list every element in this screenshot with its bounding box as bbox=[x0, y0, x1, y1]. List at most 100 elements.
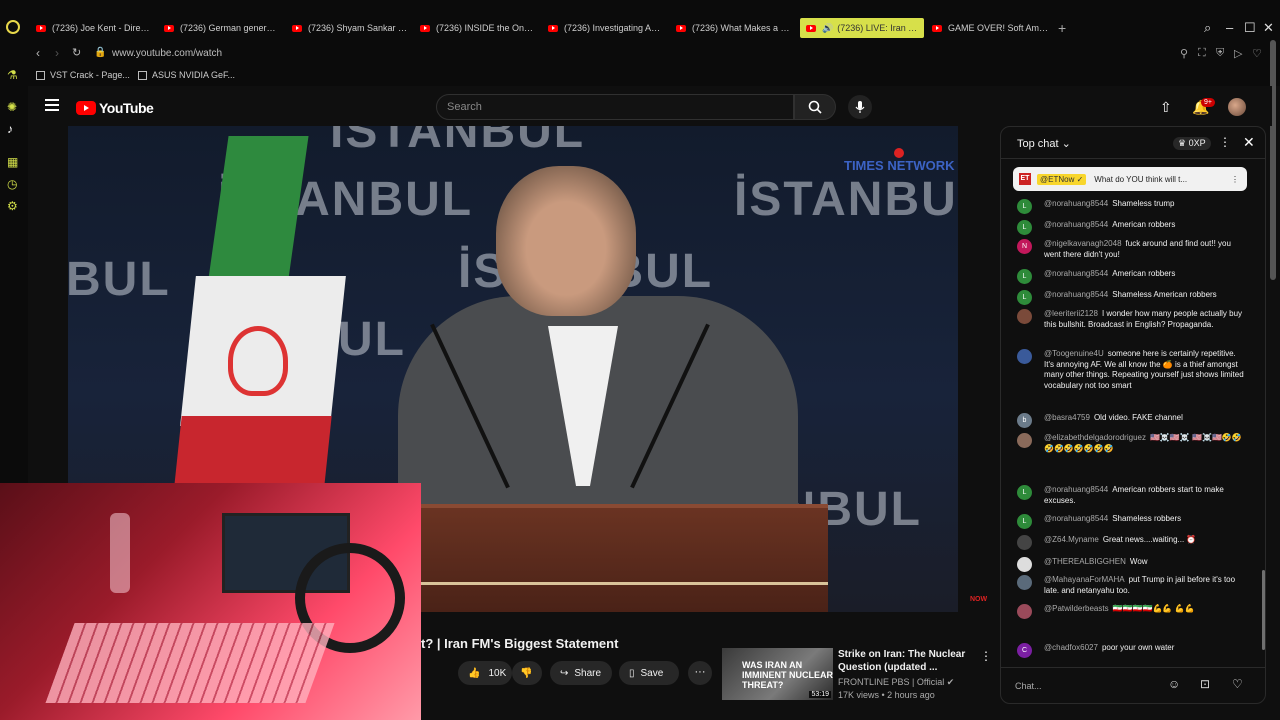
back-icon[interactable]: ‹ bbox=[36, 46, 40, 60]
browser-tab[interactable]: (7236) German general w... bbox=[164, 18, 280, 38]
chat-author[interactable]: @Toogenuine4U bbox=[1044, 349, 1104, 358]
chat-avatar[interactable] bbox=[1017, 535, 1032, 550]
hamburger-menu-icon[interactable] bbox=[45, 99, 59, 111]
chat-author[interactable]: @norahuang8544 bbox=[1044, 269, 1108, 278]
chat-message[interactable]: L @norahuang8544 American robbers bbox=[1017, 269, 1245, 284]
apps-icon[interactable]: ▦ bbox=[7, 155, 18, 169]
history-icon[interactable]: ◷ bbox=[7, 177, 17, 191]
chat-input[interactable] bbox=[1015, 676, 1163, 696]
chat-avatar[interactable] bbox=[1017, 575, 1032, 590]
chat-scrollbar[interactable] bbox=[1262, 570, 1265, 650]
chat-avatar[interactable] bbox=[1017, 557, 1032, 572]
chat-mode-selector[interactable]: Top chat ⌄ bbox=[1017, 137, 1071, 150]
browser-tab-active[interactable]: 🔊(7236) LIVE: Iran Thre... bbox=[800, 18, 924, 38]
chat-author[interactable]: @Z64.Myname bbox=[1044, 535, 1099, 544]
search-button[interactable] bbox=[794, 94, 836, 120]
chat-more-icon[interactable]: ⋮ bbox=[1219, 135, 1231, 149]
settings-icon[interactable]: ⚙ bbox=[7, 199, 18, 213]
recommended-thumbnail[interactable]: WAS IRAN AN IMMINENT NUCLEAR THREAT? 53:… bbox=[722, 648, 833, 700]
chat-message[interactable]: @Patwilderbeasts 🇮🇷🇮🇷🇮🇷🇮🇷💪💪 💪💪 bbox=[1017, 604, 1245, 619]
like-button[interactable]: 👍 10K bbox=[458, 661, 512, 685]
new-tab-icon[interactable]: + bbox=[1058, 20, 1066, 36]
heart-icon[interactable]: ♡ bbox=[1252, 47, 1262, 60]
chat-message[interactable]: @THEREALBIGGHEN Wow bbox=[1017, 557, 1245, 572]
chat-message[interactable]: L @norahuang8544 Shameless trump bbox=[1017, 199, 1245, 214]
chat-author[interactable]: @MahayanaForMAHA bbox=[1044, 575, 1125, 584]
chatgpt-icon[interactable]: ✺ bbox=[7, 100, 17, 114]
close-window-icon[interactable]: ✕ bbox=[1263, 20, 1274, 36]
chat-avatar[interactable] bbox=[1017, 604, 1032, 619]
chat-avatar[interactable]: C bbox=[1017, 643, 1032, 658]
super-chat-icon[interactable]: ⊡ bbox=[1200, 677, 1210, 691]
chat-avatar[interactable]: L bbox=[1017, 199, 1032, 214]
chat-message[interactable]: N @nigelkavanagh2048 fuck around and find … bbox=[1017, 239, 1245, 260]
chat-author[interactable]: @nigelkavanagh2048 bbox=[1044, 239, 1122, 248]
play-icon[interactable]: ▷ bbox=[1234, 47, 1242, 60]
browser-tab[interactable]: (7236) Shyam Sankar – A... bbox=[292, 18, 408, 38]
chat-message[interactable]: @Z64.Myname Great news....waiting... ⏰ bbox=[1017, 535, 1245, 550]
heart-icon[interactable]: ♡ bbox=[1232, 677, 1243, 691]
emoji-icon[interactable]: ☺ bbox=[1168, 677, 1180, 691]
chat-avatar[interactable] bbox=[1017, 349, 1032, 364]
chat-avatar[interactable]: L bbox=[1017, 485, 1032, 500]
chat-avatar[interactable]: L bbox=[1017, 220, 1032, 235]
share-button[interactable]: ↪ Share bbox=[550, 661, 612, 685]
recommended-title[interactable]: Strike on Iran: The Nuclear Question (up… bbox=[838, 648, 968, 674]
snapshot-icon[interactable]: ⛶ bbox=[1198, 47, 1206, 60]
xp-badge[interactable]: ♛ 0XP bbox=[1173, 137, 1211, 150]
page-scrollbar[interactable] bbox=[1270, 40, 1276, 280]
voice-search-button[interactable] bbox=[848, 95, 872, 119]
chat-author[interactable]: @norahuang8544 bbox=[1044, 514, 1108, 523]
chat-author[interactable]: @chadfox6027 bbox=[1044, 643, 1098, 652]
more-actions-button[interactable]: ··· bbox=[688, 661, 712, 685]
maximize-icon[interactable]: ☐ bbox=[1244, 20, 1256, 36]
chat-avatar[interactable]: L bbox=[1017, 290, 1032, 305]
chat-avatar[interactable]: N bbox=[1017, 239, 1032, 254]
chat-author[interactable]: @elizabethdelgadorodriguez bbox=[1044, 433, 1146, 442]
chat-author[interactable]: @norahuang8544 bbox=[1044, 290, 1108, 299]
avatar[interactable] bbox=[1228, 98, 1246, 116]
chat-author[interactable]: @norahuang8544 bbox=[1044, 199, 1108, 208]
close-chat-icon[interactable]: ✕ bbox=[1243, 134, 1255, 151]
url-field[interactable]: www.youtube.com/watch bbox=[112, 48, 222, 59]
bookmark-item[interactable]: VST Crack - Page... bbox=[36, 70, 130, 80]
dislike-button[interactable]: 👎 bbox=[512, 661, 542, 685]
pin-icon[interactable]: ⚲ bbox=[1180, 47, 1188, 60]
chat-message[interactable]: L @norahuang8544 American robbers start to… bbox=[1017, 485, 1245, 506]
recommended-channel[interactable]: FRONTLINE PBS | Official ✔ bbox=[838, 677, 954, 688]
pinned-menu-icon[interactable]: ⋮ bbox=[1231, 175, 1239, 184]
browser-tab[interactable]: (7236) Joe Kent - Director bbox=[36, 18, 154, 38]
chat-avatar[interactable]: L bbox=[1017, 269, 1032, 284]
chat-message[interactable]: C @chadfox6027 poor your own water bbox=[1017, 643, 1245, 658]
chat-avatar[interactable]: b bbox=[1017, 413, 1032, 428]
chat-message[interactable]: @MahayanaForMAHA put Trump in jail before… bbox=[1017, 575, 1245, 596]
minimize-icon[interactable]: – bbox=[1226, 20, 1233, 35]
browser-tab[interactable]: GAME OVER! Soft Ambien... bbox=[932, 18, 1050, 38]
opera-logo-icon[interactable] bbox=[6, 20, 20, 34]
pinned-message[interactable]: ET @ETNow ✓ What do YOU think will t... … bbox=[1013, 167, 1247, 191]
chat-message[interactable]: @elizabethdelgadorodriguez 🇺🇸☠️🇺🇸☠️ 🇺🇸☠️🇺… bbox=[1017, 433, 1245, 454]
chat-author[interactable]: @THEREALBIGGHEN bbox=[1044, 557, 1126, 566]
chat-author[interactable]: @norahuang8544 bbox=[1044, 485, 1108, 494]
browser-tab[interactable]: (7236) What Makes a $60... bbox=[676, 18, 792, 38]
chat-avatar[interactable]: L bbox=[1017, 514, 1032, 529]
chat-message[interactable]: L @norahuang8544 Shameless robbers bbox=[1017, 514, 1245, 529]
reload-icon[interactable]: ↻ bbox=[72, 46, 81, 59]
search-input[interactable] bbox=[437, 95, 793, 119]
chat-author[interactable]: @leeriterii2128 bbox=[1044, 309, 1098, 318]
chat-author[interactable]: @basra4759 bbox=[1044, 413, 1090, 422]
forward-icon[interactable]: › bbox=[55, 46, 59, 60]
chat-message[interactable]: @Toogenuine4U someone here is certainly r… bbox=[1017, 349, 1245, 391]
chat-author[interactable]: @norahuang8544 bbox=[1044, 220, 1108, 229]
browser-tab[interactable]: (7236) Investigating Amer... bbox=[548, 18, 664, 38]
upload-icon[interactable]: ⇧ bbox=[1160, 99, 1172, 116]
chat-avatar[interactable] bbox=[1017, 433, 1032, 448]
chat-message[interactable]: L @norahuang8544 Shameless American robber… bbox=[1017, 290, 1245, 305]
aria-icon[interactable]: ⚗ bbox=[7, 68, 18, 82]
youtube-logo[interactable]: YouTube bbox=[76, 100, 154, 116]
recommended-menu-icon[interactable]: ⋮ bbox=[980, 649, 992, 663]
save-button[interactable]: ▯ Save bbox=[619, 661, 679, 685]
chat-avatar[interactable] bbox=[1017, 309, 1032, 324]
chat-message[interactable]: L @norahuang8544 American robbers bbox=[1017, 220, 1245, 235]
browser-tab[interactable]: (7236) INSIDE the Ongoing... bbox=[420, 18, 538, 38]
